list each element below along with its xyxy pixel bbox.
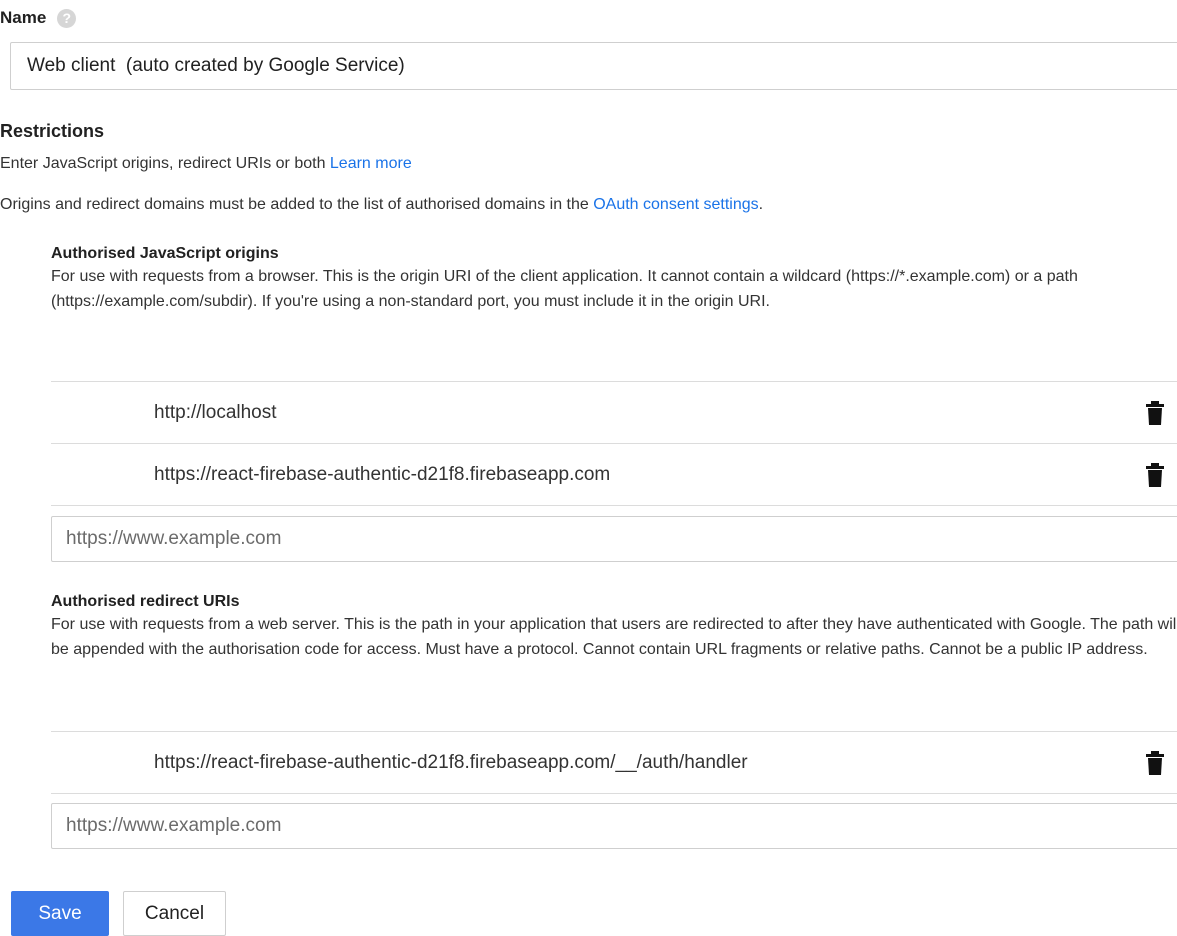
restrictions-intro: Enter JavaScript origins, redirect URIs …	[0, 155, 412, 173]
domains-note-text: Origins and redirect domains must be add…	[0, 196, 594, 213]
new-redirect-uri-input[interactable]	[51, 803, 1177, 849]
js-origins-divider	[51, 505, 1177, 506]
redirect-uris-title: Authorised redirect URIs	[51, 593, 240, 610]
oauth-client-edit-form: Name ? Restrictions Enter JavaScript ori…	[0, 0, 1177, 936]
help-icon[interactable]: ?	[57, 8, 77, 28]
trash-icon[interactable]	[1145, 400, 1165, 425]
name-label-row: Name ?	[0, 8, 77, 28]
domains-note: Origins and redirect domains must be add…	[0, 196, 763, 214]
name-label: Name	[0, 8, 47, 27]
learn-more-link[interactable]: Learn more	[330, 155, 412, 172]
js-origin-uri: https://react-firebase-authentic-d21f8.f…	[154, 463, 611, 485]
new-js-origin-input[interactable]	[51, 516, 1177, 562]
name-input[interactable]	[10, 42, 1177, 90]
redirect-uri: https://react-firebase-authentic-d21f8.f…	[154, 751, 748, 773]
js-origin-row: https://react-firebase-authentic-d21f8.f…	[51, 443, 1177, 505]
restrictions-intro-text: Enter JavaScript origins, redirect URIs …	[0, 155, 330, 172]
js-origins-title: Authorised JavaScript origins	[51, 245, 279, 262]
oauth-consent-settings-link[interactable]: OAuth consent settings	[593, 196, 758, 213]
domains-note-end: .	[758, 196, 764, 213]
js-origin-uri: http://localhost	[154, 401, 277, 423]
js-origins-description: For use with requests from a browser. Th…	[51, 268, 1078, 310]
restrictions-title: Restrictions	[0, 121, 105, 141]
cancel-button[interactable]: Cancel	[123, 891, 226, 936]
js-origin-row: http://localhost	[51, 381, 1177, 443]
redirect-uris-description: For use with requests from a web server.…	[51, 616, 1177, 658]
trash-icon[interactable]	[1145, 462, 1165, 487]
redirect-uri-row: https://react-firebase-authentic-d21f8.f…	[51, 731, 1177, 793]
save-button[interactable]: Save	[11, 891, 109, 936]
redirect-uris-divider	[51, 793, 1177, 794]
trash-icon[interactable]	[1145, 750, 1165, 775]
